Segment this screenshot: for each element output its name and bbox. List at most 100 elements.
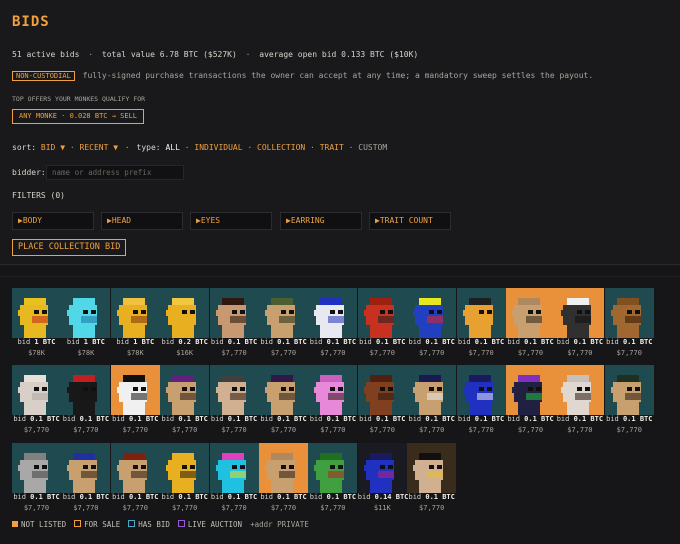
- bid-prefix: bid: [66, 338, 84, 346]
- bid-amount: bid 0.14 BTC: [358, 493, 409, 502]
- bid-card[interactable]: bid 0.1 BTC $7,770: [12, 443, 61, 515]
- bid-card[interactable]: bid 0.1 BTC $7,770: [407, 365, 457, 437]
- bid-card[interactable]: bid 1 BTC $78K: [12, 288, 61, 360]
- bid-usd: $78K: [126, 349, 144, 357]
- type-all[interactable]: ALL: [165, 143, 179, 152]
- bid-prefix: bid: [13, 415, 31, 423]
- bid-card[interactable]: bid 0.1 BTC $7,770: [604, 365, 654, 437]
- bid-usd: $7,770: [270, 504, 297, 512]
- bid-prefix: bid: [260, 415, 278, 423]
- legend-live-auction: LIVE AUCTION: [177, 520, 242, 529]
- bid-prefix: bid: [556, 415, 574, 423]
- bid-amount: bid 0.1 BTC: [308, 338, 357, 347]
- bid-card[interactable]: bid 0.1 BTC $7,770: [160, 365, 210, 437]
- bid-card[interactable]: bid 0.1 BTC $7,770: [209, 288, 259, 360]
- monke-avatar: [12, 365, 61, 415]
- bid-amount: bid 0.1 BTC: [160, 415, 209, 424]
- bid-prefix: bid: [13, 493, 31, 501]
- bid-usd: $7,770: [23, 426, 50, 434]
- bid-card[interactable]: bid 0.1 BTC $7,770: [259, 365, 308, 437]
- bid-amount: bid 0.1 BTC: [12, 493, 61, 502]
- type-individual[interactable]: INDIVIDUAL: [194, 143, 242, 152]
- bid-prefix: bid: [457, 415, 475, 423]
- sell-to-top-offer-button[interactable]: ANY MONKE · 0.028 BTC → SELL: [12, 109, 145, 124]
- sort-bid-dropdown[interactable]: BID ▼: [41, 143, 65, 152]
- bid-card[interactable]: bid 0.1 BTC $7,770: [456, 288, 506, 360]
- bid-card[interactable]: bid 0.1 BTC $7,770: [259, 443, 308, 515]
- bid-amount: bid 0.1 BTC: [506, 338, 555, 347]
- monke-pixel-art: [116, 453, 147, 493]
- bid-card[interactable]: bid 0.1 BTC $7,770: [357, 288, 407, 360]
- filter-trait-count[interactable]: ▶TRAIT COUNT: [369, 212, 451, 230]
- bid-card[interactable]: bid 0.14 BTC $11K: [357, 443, 409, 515]
- monke-avatar: [456, 288, 506, 338]
- bid-card[interactable]: bid 0.1 BTC $7,770: [604, 288, 654, 360]
- bid-card[interactable]: bid 0.1 BTC $7,770: [209, 443, 259, 515]
- bid-value: 0.1 BTC: [128, 493, 159, 501]
- bid-usd: $7,770: [270, 426, 297, 434]
- bid-usd: $16K: [176, 349, 194, 357]
- bid-card[interactable]: bid 0.1 BTC $7,770: [555, 288, 605, 360]
- bid-value: 0.1 BTC: [30, 493, 60, 501]
- sort-label: sort:: [12, 143, 37, 152]
- filter-earring[interactable]: ▶EARRING: [280, 212, 362, 230]
- bid-value: 1 BTC: [133, 338, 155, 346]
- filter-head[interactable]: ▶HEAD: [101, 212, 183, 230]
- bid-usd: $7,770: [616, 349, 642, 357]
- bid-prefix: bid: [260, 338, 278, 346]
- monke-avatar: [308, 365, 358, 415]
- bid-amount: bid 0.1 BTC: [61, 493, 110, 502]
- bid-card[interactable]: bid 0.1 BTC $7,770: [308, 365, 358, 437]
- bid-card[interactable]: bid 0.1 BTC $7,770: [506, 365, 555, 437]
- bid-card[interactable]: bid 0.1 BTC $7,770: [12, 365, 61, 437]
- bid-card[interactable]: bid 0.1 BTC $7,770: [555, 365, 605, 437]
- bid-card[interactable]: bid 0.1 BTC $7,770: [407, 288, 457, 360]
- bid-card[interactable]: bid 0.1 BTC $7,770: [209, 365, 259, 437]
- bid-usd: $7,770: [73, 504, 99, 512]
- bid-card[interactable]: bid 0.1 BTC $7,770: [308, 443, 358, 515]
- type-trait[interactable]: TRAIT: [320, 143, 344, 152]
- monke-avatar: [604, 365, 654, 415]
- bid-value: 0.1 BTC: [425, 493, 455, 501]
- bidder-search-input[interactable]: name or address prefix: [46, 165, 184, 180]
- bid-card[interactable]: bid 0.1 BTC $7,770: [110, 443, 160, 515]
- bid-value: 0.1 BTC: [425, 338, 455, 346]
- type-custom[interactable]: CUSTOM: [358, 143, 387, 152]
- bid-card[interactable]: bid 0.1 BTC $7,770: [61, 365, 111, 437]
- monke-pixel-art: [413, 298, 444, 338]
- bid-usd: $7,770: [172, 504, 198, 512]
- bid-card[interactable]: bid 0.1 BTC $7,770: [308, 288, 358, 360]
- bid-usd: $7,770: [616, 426, 642, 434]
- bid-value: 0.1 BTC: [79, 415, 110, 423]
- monke-avatar: [357, 288, 407, 338]
- page-title: BIDS: [12, 14, 50, 30]
- bid-card[interactable]: bid 1 BTC $78K: [61, 288, 111, 360]
- bid-card[interactable]: bid 1 BTC $78K: [110, 288, 160, 360]
- bid-card[interactable]: bid 0.1 BTC $7,770: [61, 443, 111, 515]
- monke-pixel-art: [363, 298, 394, 338]
- filter-body[interactable]: ▶BODY: [12, 212, 94, 230]
- bid-card[interactable]: bid 0.1 BTC $7,770: [110, 365, 160, 437]
- monke-pixel-art: [67, 298, 98, 338]
- bid-card[interactable]: bid 0.2 BTC $16K: [160, 288, 210, 360]
- bid-usd: $7,770: [320, 349, 346, 357]
- bid-prefix: bid: [359, 338, 376, 346]
- bid-value: 0.1 BTC: [178, 493, 208, 501]
- sort-recent-dropdown[interactable]: RECENT ▼: [80, 143, 119, 152]
- bid-card[interactable]: bid 0.1 BTC $7,770: [456, 365, 506, 437]
- bid-value: 0.1 BTC: [375, 415, 406, 423]
- bid-card[interactable]: bid 0.1 BTC $7,770: [160, 443, 210, 515]
- type-collection[interactable]: COLLECTION: [257, 143, 305, 152]
- bid-value: 0.1 BTC: [474, 338, 505, 346]
- legend-private: +addr PRIVATE: [250, 520, 309, 529]
- bid-card[interactable]: bid 0.1 BTC $7,770: [407, 443, 457, 515]
- bid-value: 0.1 BTC: [277, 338, 307, 346]
- filter-eyes[interactable]: ▶EYES: [190, 212, 272, 230]
- bid-card[interactable]: bid 0.1 BTC $7,770: [357, 365, 407, 437]
- bid-card[interactable]: bid 0.1 BTC $7,770: [506, 288, 555, 360]
- bid-amount: bid 0.1 BTC: [12, 415, 61, 424]
- place-collection-bid-button[interactable]: PLACE COLLECTION BID: [12, 239, 127, 256]
- monke-pixel-art: [67, 453, 98, 493]
- bid-value: 0.1 BTC: [227, 338, 258, 346]
- bid-card[interactable]: bid 0.1 BTC $7,770: [259, 288, 308, 360]
